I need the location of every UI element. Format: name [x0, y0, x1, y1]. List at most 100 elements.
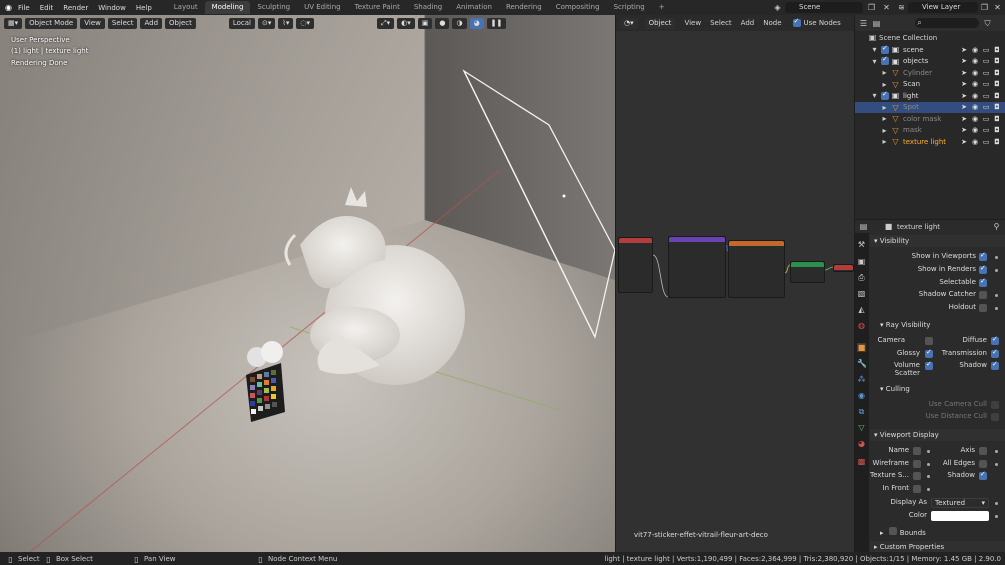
menu-help[interactable]: Help [131, 4, 157, 12]
ray-visibility-header[interactable]: ▾ Ray Visibility [876, 319, 1005, 331]
display-as-dropdown[interactable]: Textured ▾ [931, 498, 989, 508]
keyframe-dot-icon[interactable] [927, 450, 930, 453]
shading-material-icon[interactable]: ◑ [452, 17, 467, 29]
outliner-item[interactable]: ▸ ▽ Scan ➤ ◉ ▭ ◘ [855, 79, 1005, 91]
camera-icon[interactable]: ◘ [993, 46, 1001, 54]
visibility-panel-header[interactable]: ▾ Visibility [870, 235, 1005, 247]
outliner-item[interactable]: ▸ ▽ Spot ➤ ◉ ▭ ◘ [855, 101, 1005, 113]
outliner-item[interactable]: ▸ ▽ Cylinder ➤ ◉ ▭ ◘ [855, 67, 1005, 79]
select-arrow-icon[interactable]: ➤ [960, 126, 968, 134]
collapse-arrow-icon[interactable]: ▸ [880, 137, 889, 146]
mode-selector[interactable]: Object Mode [25, 17, 78, 29]
exclude-checkbox[interactable] [881, 44, 889, 54]
collapse-arrow-icon[interactable]: ▸ [880, 80, 889, 89]
menu-file[interactable]: File [13, 4, 35, 12]
expand-arrow-icon[interactable]: ▾ [870, 91, 879, 100]
properties-editor-icon[interactable]: ▤ [859, 222, 868, 231]
tab-scripting[interactable]: Scripting [607, 1, 652, 14]
camera-icon[interactable]: ◘ [993, 57, 1001, 65]
tool-tab-icon[interactable]: ⚒ [857, 240, 866, 249]
keyframe-dot-icon[interactable] [995, 502, 998, 505]
keyframe-dot-icon[interactable] [995, 450, 998, 453]
eye-icon[interactable]: ◉ [971, 46, 979, 54]
outliner-item[interactable]: ▾ ▣light ➤◉▭◘ [855, 90, 1005, 102]
object-tab-icon[interactable]: ■ [857, 343, 866, 352]
collapse-arrow-icon[interactable]: ▸ [880, 103, 889, 112]
collapse-arrow-icon[interactable]: ▸ [880, 126, 889, 135]
snap-icon[interactable]: ⌇▾ [278, 17, 294, 29]
pin-icon[interactable]: ⚲ [992, 222, 1001, 231]
close-layer-icon[interactable]: ✕ [993, 3, 1002, 12]
use-nodes-checkbox[interactable] [792, 17, 801, 27]
select-arrow-icon[interactable]: ➤ [960, 103, 968, 111]
eye-icon[interactable]: ◉ [971, 92, 979, 100]
glossy-checkbox[interactable] [925, 348, 933, 358]
select-arrow-icon[interactable]: ➤ [960, 80, 968, 88]
camera-icon[interactable]: ◘ [993, 92, 1001, 100]
eye-icon[interactable]: ◉ [971, 80, 979, 88]
distance-cull-checkbox[interactable] [991, 413, 999, 421]
menu-object[interactable]: Object [165, 17, 196, 29]
monitor-icon[interactable]: ▭ [982, 57, 990, 65]
eye-icon[interactable]: ◉ [971, 126, 979, 134]
outliner-item[interactable]: ▸ ▽ texture light ➤ ◉ ▭ ◘ [855, 136, 1005, 148]
constraints-tab-icon[interactable]: ⧉ [857, 407, 866, 416]
keyframe-dot-icon[interactable] [995, 294, 998, 297]
eye-icon[interactable]: ◉ [971, 138, 979, 146]
blender-logo-icon[interactable]: ◉ [4, 3, 13, 12]
collapse-arrow-icon[interactable]: ▸ [880, 114, 889, 123]
outliner-item[interactable]: ▾ ▣objects ➤◉▭◘ [855, 55, 1005, 68]
tab-animation[interactable]: Animation [449, 1, 499, 14]
show-in-renders-checkbox[interactable] [979, 264, 987, 274]
scene-tab-icon[interactable]: ◭ [857, 305, 866, 314]
outliner-item[interactable]: ▸ ▽ mask ➤ ◉ ▭ ◘ [855, 125, 1005, 137]
keyframe-dot-icon[interactable] [995, 463, 998, 466]
copy-layer-icon[interactable]: ❐ [980, 3, 989, 12]
wireframe-checkbox[interactable] [913, 460, 921, 468]
bounds-header[interactable]: ▸ Bounds [876, 527, 1005, 539]
menu-view[interactable]: View [80, 17, 105, 29]
shadow-catcher-checkbox[interactable] [979, 291, 987, 299]
keyframe-dot-icon[interactable] [995, 515, 998, 518]
camera-icon[interactable]: ◘ [993, 115, 1001, 123]
close-scene-icon[interactable]: ✕ [882, 3, 891, 12]
camera-checkbox[interactable] [925, 337, 933, 345]
ne-menu-add[interactable]: Add [741, 19, 755, 27]
modifier-tab-icon[interactable]: 🔧 [857, 359, 867, 368]
copy-scene-icon[interactable]: ❐ [867, 3, 876, 12]
select-arrow-icon[interactable]: ➤ [960, 115, 968, 123]
menu-select[interactable]: Select [107, 17, 138, 29]
gizmo-icon[interactable]: ⤢▾ [376, 17, 395, 29]
bounds-checkbox[interactable] [888, 527, 897, 535]
select-arrow-icon[interactable]: ➤ [960, 92, 968, 100]
all-edges-checkbox[interactable] [979, 460, 987, 468]
tab-uv-editing[interactable]: UV Editing [297, 1, 348, 14]
monitor-icon[interactable]: ▭ [982, 69, 990, 77]
outliner[interactable]: ☰ ▤ ⌕ ⛉ ▣ Scene Collection ▾▣scene➤◉▭◘▾▣… [855, 15, 1005, 219]
outliner-search-input[interactable]: ⌕ [915, 18, 979, 28]
name-checkbox[interactable] [913, 447, 921, 455]
culling-header[interactable]: ▾ Culling [876, 383, 1005, 395]
expand-arrow-icon[interactable]: ▾ [870, 57, 879, 66]
view-layer-tab-icon[interactable]: ▧ [857, 289, 866, 298]
eye-icon[interactable]: ◉ [971, 115, 979, 123]
menu-edit[interactable]: Edit [35, 4, 59, 12]
eye-icon[interactable]: ◉ [971, 57, 979, 65]
monitor-icon[interactable]: ▭ [982, 80, 990, 88]
ne-menu-node[interactable]: Node [763, 19, 781, 27]
ne-menu-view[interactable]: View [684, 19, 701, 27]
display-mode-icon[interactable]: ▤ [872, 19, 881, 28]
eye-icon[interactable]: ◉ [971, 69, 979, 77]
camera-icon[interactable]: ◘ [993, 80, 1001, 88]
viewport-display-header[interactable]: ▾ Viewport Display [870, 429, 1005, 441]
color-swatch[interactable] [931, 511, 989, 521]
scene-selector[interactable]: Scene [785, 2, 863, 13]
view-layer-selector[interactable]: View Layer [908, 2, 978, 13]
menu-window[interactable]: Window [93, 4, 131, 12]
tab-rendering[interactable]: Rendering [499, 1, 549, 14]
keyframe-dot-icon[interactable] [995, 256, 998, 259]
keyframe-dot-icon[interactable] [995, 269, 998, 272]
particles-tab-icon[interactable]: ⁂ [857, 375, 866, 384]
camera-icon[interactable]: ◘ [993, 69, 1001, 77]
world-tab-icon[interactable]: ◍ [857, 321, 866, 330]
